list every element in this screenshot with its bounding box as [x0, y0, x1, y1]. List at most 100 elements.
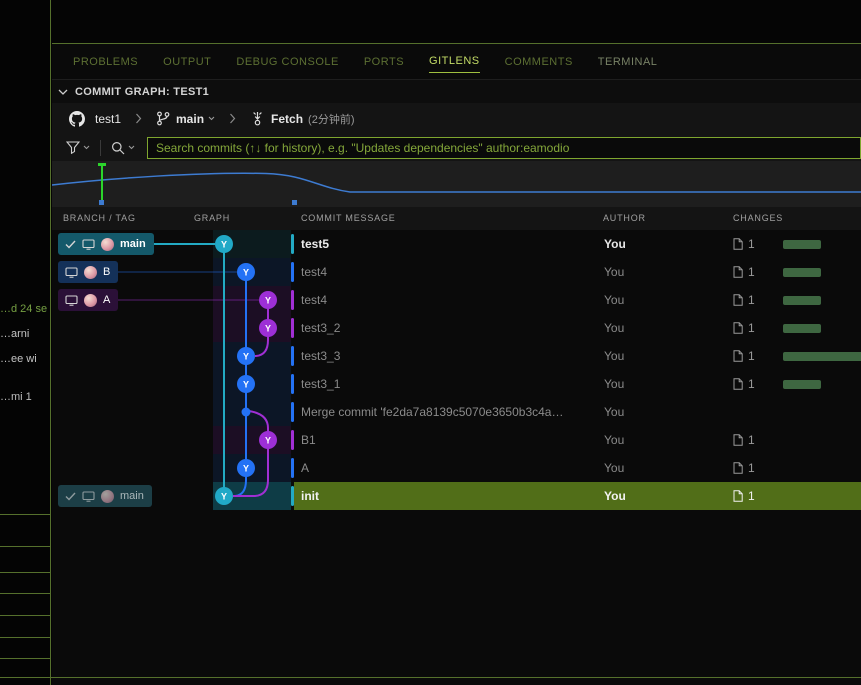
svg-text:Y: Y [265, 324, 271, 334]
minimap-selection-dot [292, 200, 297, 205]
changes-cell: 1 [733, 489, 755, 503]
file-icon [733, 490, 743, 502]
strip-text-line: d 24 se… [0, 303, 49, 315]
svg-text:Y: Y [221, 240, 227, 250]
changes-bar [783, 268, 821, 277]
commit-graph-header[interactable]: COMMIT GRAPH: TEST1 [52, 79, 861, 103]
changes-cell: 1 [733, 377, 755, 391]
filter-button[interactable] [66, 141, 90, 154]
file-icon [733, 294, 743, 306]
file-icon [733, 322, 743, 334]
changes-bar [783, 324, 821, 333]
activity-curve [52, 173, 861, 192]
svg-text:Y: Y [243, 380, 249, 390]
check-icon [65, 240, 76, 249]
commit-author: You [604, 461, 624, 475]
branch-label-a[interactable]: A [58, 289, 118, 311]
tab-debug-console[interactable]: DEBUG CONSOLE [236, 52, 338, 73]
file-icon [733, 350, 743, 362]
svg-text:Y: Y [243, 464, 249, 474]
commit-message: B1 [301, 433, 316, 447]
changes-cell: 1 [733, 321, 755, 335]
github-icon [69, 111, 85, 127]
filter-icon [66, 141, 80, 154]
col-commit-message[interactable]: COMMIT MESSAGE [301, 213, 396, 223]
branch-label-b[interactable]: B [58, 261, 118, 283]
branch-selector[interactable]: main [176, 112, 204, 126]
search-icon [111, 141, 125, 155]
search-input[interactable] [147, 137, 861, 159]
branch-name: B [103, 266, 110, 278]
changes-cell: 1 [733, 461, 755, 475]
commit-table: test5 You 1 test4 You 1 test4 You 1 [52, 230, 861, 510]
divider [0, 593, 51, 594]
file-icon [733, 266, 743, 278]
table-header: BRANCH / TAG GRAPH COMMIT MESSAGE AUTHOR… [52, 207, 861, 230]
tab-problems[interactable]: PROBLEMS [73, 52, 138, 73]
search-mode-button[interactable] [111, 141, 135, 155]
commit-message: Merge commit 'fe2da7a8139c5070e3650b3c4a… [301, 405, 563, 419]
col-changes[interactable]: CHANGES [733, 213, 783, 223]
minimap-marker-line [101, 163, 103, 204]
changes-cell: 1 [733, 293, 755, 307]
minimap-selection-dot [99, 200, 104, 205]
fetch-timestamp: (2分钟前) [308, 111, 354, 127]
divider [0, 572, 51, 573]
divider [0, 637, 51, 638]
commit-author: You [604, 321, 624, 335]
file-icon [733, 378, 743, 390]
col-graph[interactable]: GRAPH [194, 213, 230, 223]
page-title: COMMIT GRAPH: TEST1 [75, 86, 209, 98]
branch-label-main-faded[interactable]: main [58, 485, 152, 507]
tab-gitlens[interactable]: GITLENS [429, 51, 480, 73]
col-branch-tag[interactable]: BRANCH / TAG [63, 213, 136, 223]
commit-message: test5 [301, 237, 329, 251]
divider [0, 514, 51, 515]
tab-output[interactable]: OUTPUT [163, 52, 211, 73]
branch-label-main[interactable]: main [58, 233, 154, 255]
chevron-down-icon [58, 89, 68, 95]
commit-message: A [301, 461, 309, 475]
bottom-panel: PROBLEMS OUTPUT DEBUG CONSOLE PORTS GITL… [52, 0, 861, 685]
branch-name: A [103, 294, 110, 306]
commit-message: test3_1 [301, 377, 340, 391]
merge-commit-dot [242, 408, 251, 417]
changes-bar [783, 352, 861, 361]
commit-author: You [604, 237, 626, 251]
repo-name[interactable]: test1 [95, 112, 121, 126]
tab-ports[interactable]: PORTS [364, 52, 404, 73]
strip-text-line: ee wi… [0, 353, 49, 365]
divider [0, 546, 51, 547]
avatar [101, 490, 114, 503]
tab-terminal[interactable]: TERMINAL [598, 52, 658, 73]
divider [0, 677, 861, 678]
chevron-right-icon [135, 113, 142, 124]
worktree-icon [65, 267, 78, 278]
changes-cell: 1 [733, 265, 755, 279]
commit-author: You [604, 377, 624, 391]
worktree-icon [82, 491, 95, 502]
avatar [84, 294, 97, 307]
worktree-icon [82, 239, 95, 250]
file-icon [733, 238, 743, 250]
col-author[interactable]: AUTHOR [603, 213, 646, 223]
chevron-down-icon [128, 145, 135, 150]
commit-author: You [604, 349, 624, 363]
file-icon [733, 434, 743, 446]
graph-minimap[interactable] [52, 161, 861, 207]
chevron-down-icon[interactable] [208, 116, 215, 121]
search-bar [52, 134, 861, 161]
tab-comments[interactable]: COMMENTS [505, 52, 573, 73]
commit-author: You [604, 265, 624, 279]
strip-text-line: 1 mi… [0, 391, 49, 403]
file-icon [733, 462, 743, 474]
svg-text:Y: Y [265, 296, 271, 306]
changes-bar [783, 380, 821, 389]
commit-author: You [604, 293, 624, 307]
avatar [101, 238, 114, 251]
fetch-button[interactable]: Fetch [271, 112, 303, 126]
changes-cell: 1 [733, 349, 755, 363]
left-panel-sliver: d 24 se… arni… ee wi… 1 mi… [0, 0, 51, 685]
chevron-down-icon [83, 145, 90, 150]
svg-text:Y: Y [221, 492, 227, 502]
